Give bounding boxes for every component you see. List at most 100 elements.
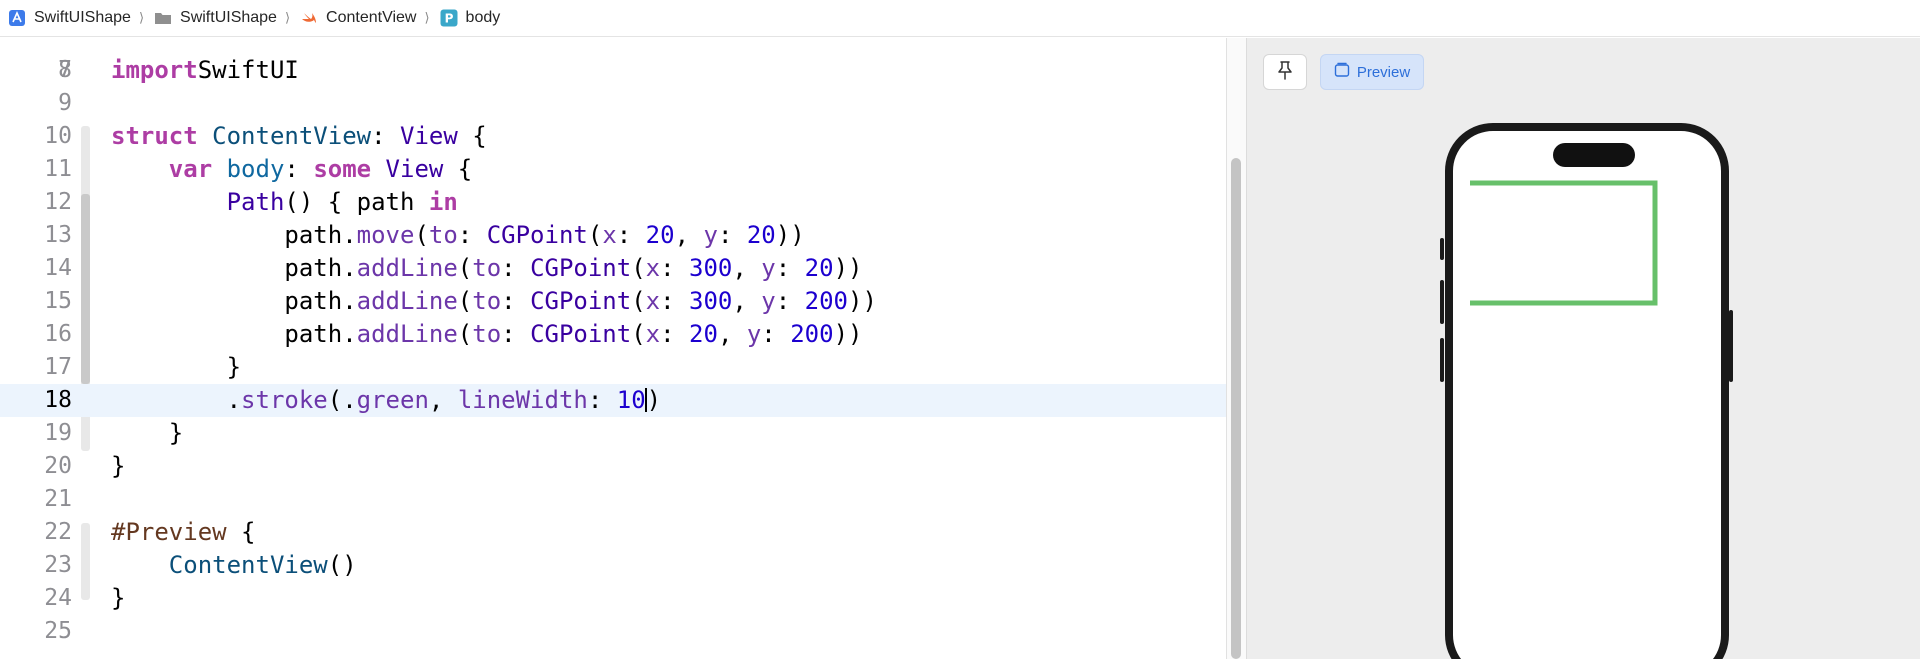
line-number: 11 [44,156,72,182]
code-line[interactable]: 22 #Preview { [0,516,1226,549]
code-token: , [732,254,762,282]
code-token: 20 [645,221,675,249]
code-text[interactable]: path.addLine(to: CGPoint(x: 300, y: 200)… [111,285,877,318]
code-token: to [428,221,458,249]
code-token: { [443,155,473,183]
code-text[interactable]: } [111,351,241,384]
code-line[interactable]: 24} [0,582,1226,615]
code-text[interactable]: ContentView() [111,549,357,582]
code-token: y [761,287,776,315]
preview-canvas: Preview [1246,38,1920,659]
code-text[interactable]: Path() { path in [111,186,458,219]
code-token: stroke [241,386,328,414]
code-token: y [703,221,718,249]
code-line[interactable]: 14 path.addLine(to: CGPoint(x: 300, y: 2… [0,252,1226,285]
code-line[interactable]: 21 [0,483,1226,516]
code-text[interactable]: path.addLine(to: CGPoint(x: 20, y: 200)) [111,318,862,351]
preview-mode-button[interactable]: Preview [1320,54,1424,90]
code-token: ( [457,287,473,315]
breadcrumb-label: ContentView [326,9,417,26]
code-token: to [472,287,502,315]
breadcrumb-item-folder[interactable]: SwiftUIShape [154,0,277,37]
line-number: 15 [44,288,72,314]
code-line[interactable]: 18 .stroke(.green, lineWidth: 10) [0,384,1226,417]
code-line[interactable]: 8 importSwiftUI [0,54,1226,87]
code-token: { [457,122,487,150]
code-token: ) [646,386,662,414]
code-line[interactable]: 11 var body: some View { [0,153,1226,186]
code-token: struct [111,122,198,150]
code-token: . [111,386,242,414]
breadcrumb-item-project[interactable]: SwiftUIShape [8,0,131,37]
code-token: green [356,386,429,414]
code-line[interactable]: 19 } [0,417,1226,450]
code-token: addLine [356,320,458,348]
breadcrumb-item-file[interactable]: ContentView [300,0,416,37]
code-token: : [616,221,646,249]
code-token: : [775,287,805,315]
code-text[interactable]: } [111,450,125,483]
code-text[interactable]: var body: some View { [111,153,472,186]
code-token: ( [457,254,473,282]
code-line[interactable]: 7 [0,38,1226,83]
phone-volume-down-button [1440,338,1444,382]
swift-file-icon [300,9,318,27]
code-token: ( [631,320,646,348]
code-token: x [645,287,661,315]
editor-scrollbar-thumb[interactable] [1231,158,1241,659]
code-line[interactable]: 23 ContentView() [0,549,1226,582]
code-token: addLine [356,254,458,282]
code-text[interactable]: path.addLine(to: CGPoint(x: 300, y: 20)) [111,252,862,285]
breadcrumb-item-symbol[interactable]: P body [440,0,500,37]
phone-power-button [1729,310,1733,382]
line-number: 17 [44,354,72,380]
code-line[interactable]: 10 struct ContentView: View { [0,120,1226,153]
code-token: : [717,221,747,249]
code-token: : [775,254,805,282]
code-text[interactable]: struct ContentView: View { [111,120,487,153]
code-line[interactable]: 25 [0,615,1226,648]
code-line[interactable]: 13 path.move(to: CGPoint(x: 20, y: 20)) [0,219,1226,252]
code-token: CGPoint [530,287,632,315]
code-token: to [472,320,502,348]
code-token: var [168,155,213,183]
dynamic-island [1553,143,1635,167]
breadcrumb-label: SwiftUIShape [180,9,277,26]
line-number: 18 [44,387,72,413]
code-token: : [587,386,617,414]
code-text[interactable]: path.move(to: CGPoint(x: 20, y: 20)) [111,219,804,252]
code-token: 300 [689,287,733,315]
code-token: : [501,320,531,348]
code-text[interactable]: importSwiftUI [111,54,299,87]
code-token: ( [414,221,429,249]
code-editor[interactable]: 7 8 importSwiftUI 9 10 struct ContentView: V… [0,38,1226,659]
code-line[interactable]: 12 Path() { path in [0,186,1226,219]
code-token: body [212,155,285,183]
pin-icon [1276,60,1294,85]
line-number: 23 [44,552,72,578]
code-line[interactable]: 16 path.addLine(to: CGPoint(x: 20, y: 20… [0,318,1226,351]
folder-icon [154,9,172,27]
code-text[interactable]: #Preview { [111,516,256,549]
code-token: lineWidth [457,386,588,414]
code-token: () [327,551,357,579]
breadcrumb-label: SwiftUIShape [34,9,131,26]
code-token: to [472,254,502,282]
code-text[interactable]: } [111,582,125,615]
code-text[interactable]: } [111,417,183,450]
pin-preview-button[interactable] [1263,54,1307,90]
line-number: 10 [44,123,72,149]
code-line[interactable]: 9 [0,87,1226,120]
code-token: : [501,287,531,315]
code-token: ( [631,287,646,315]
code-line[interactable]: 15 path.addLine(to: CGPoint(x: 300, y: 2… [0,285,1226,318]
line-number: 9 [58,90,72,116]
code-line[interactable]: 17 } [0,351,1226,384]
code-token: CGPoint [530,320,632,348]
code-line[interactable]: 20} [0,450,1226,483]
line-number: 22 [44,519,72,545]
chevron-right-icon: ⟩ [284,10,291,25]
code-text[interactable]: .stroke(.green, lineWidth: 10) [111,384,662,417]
